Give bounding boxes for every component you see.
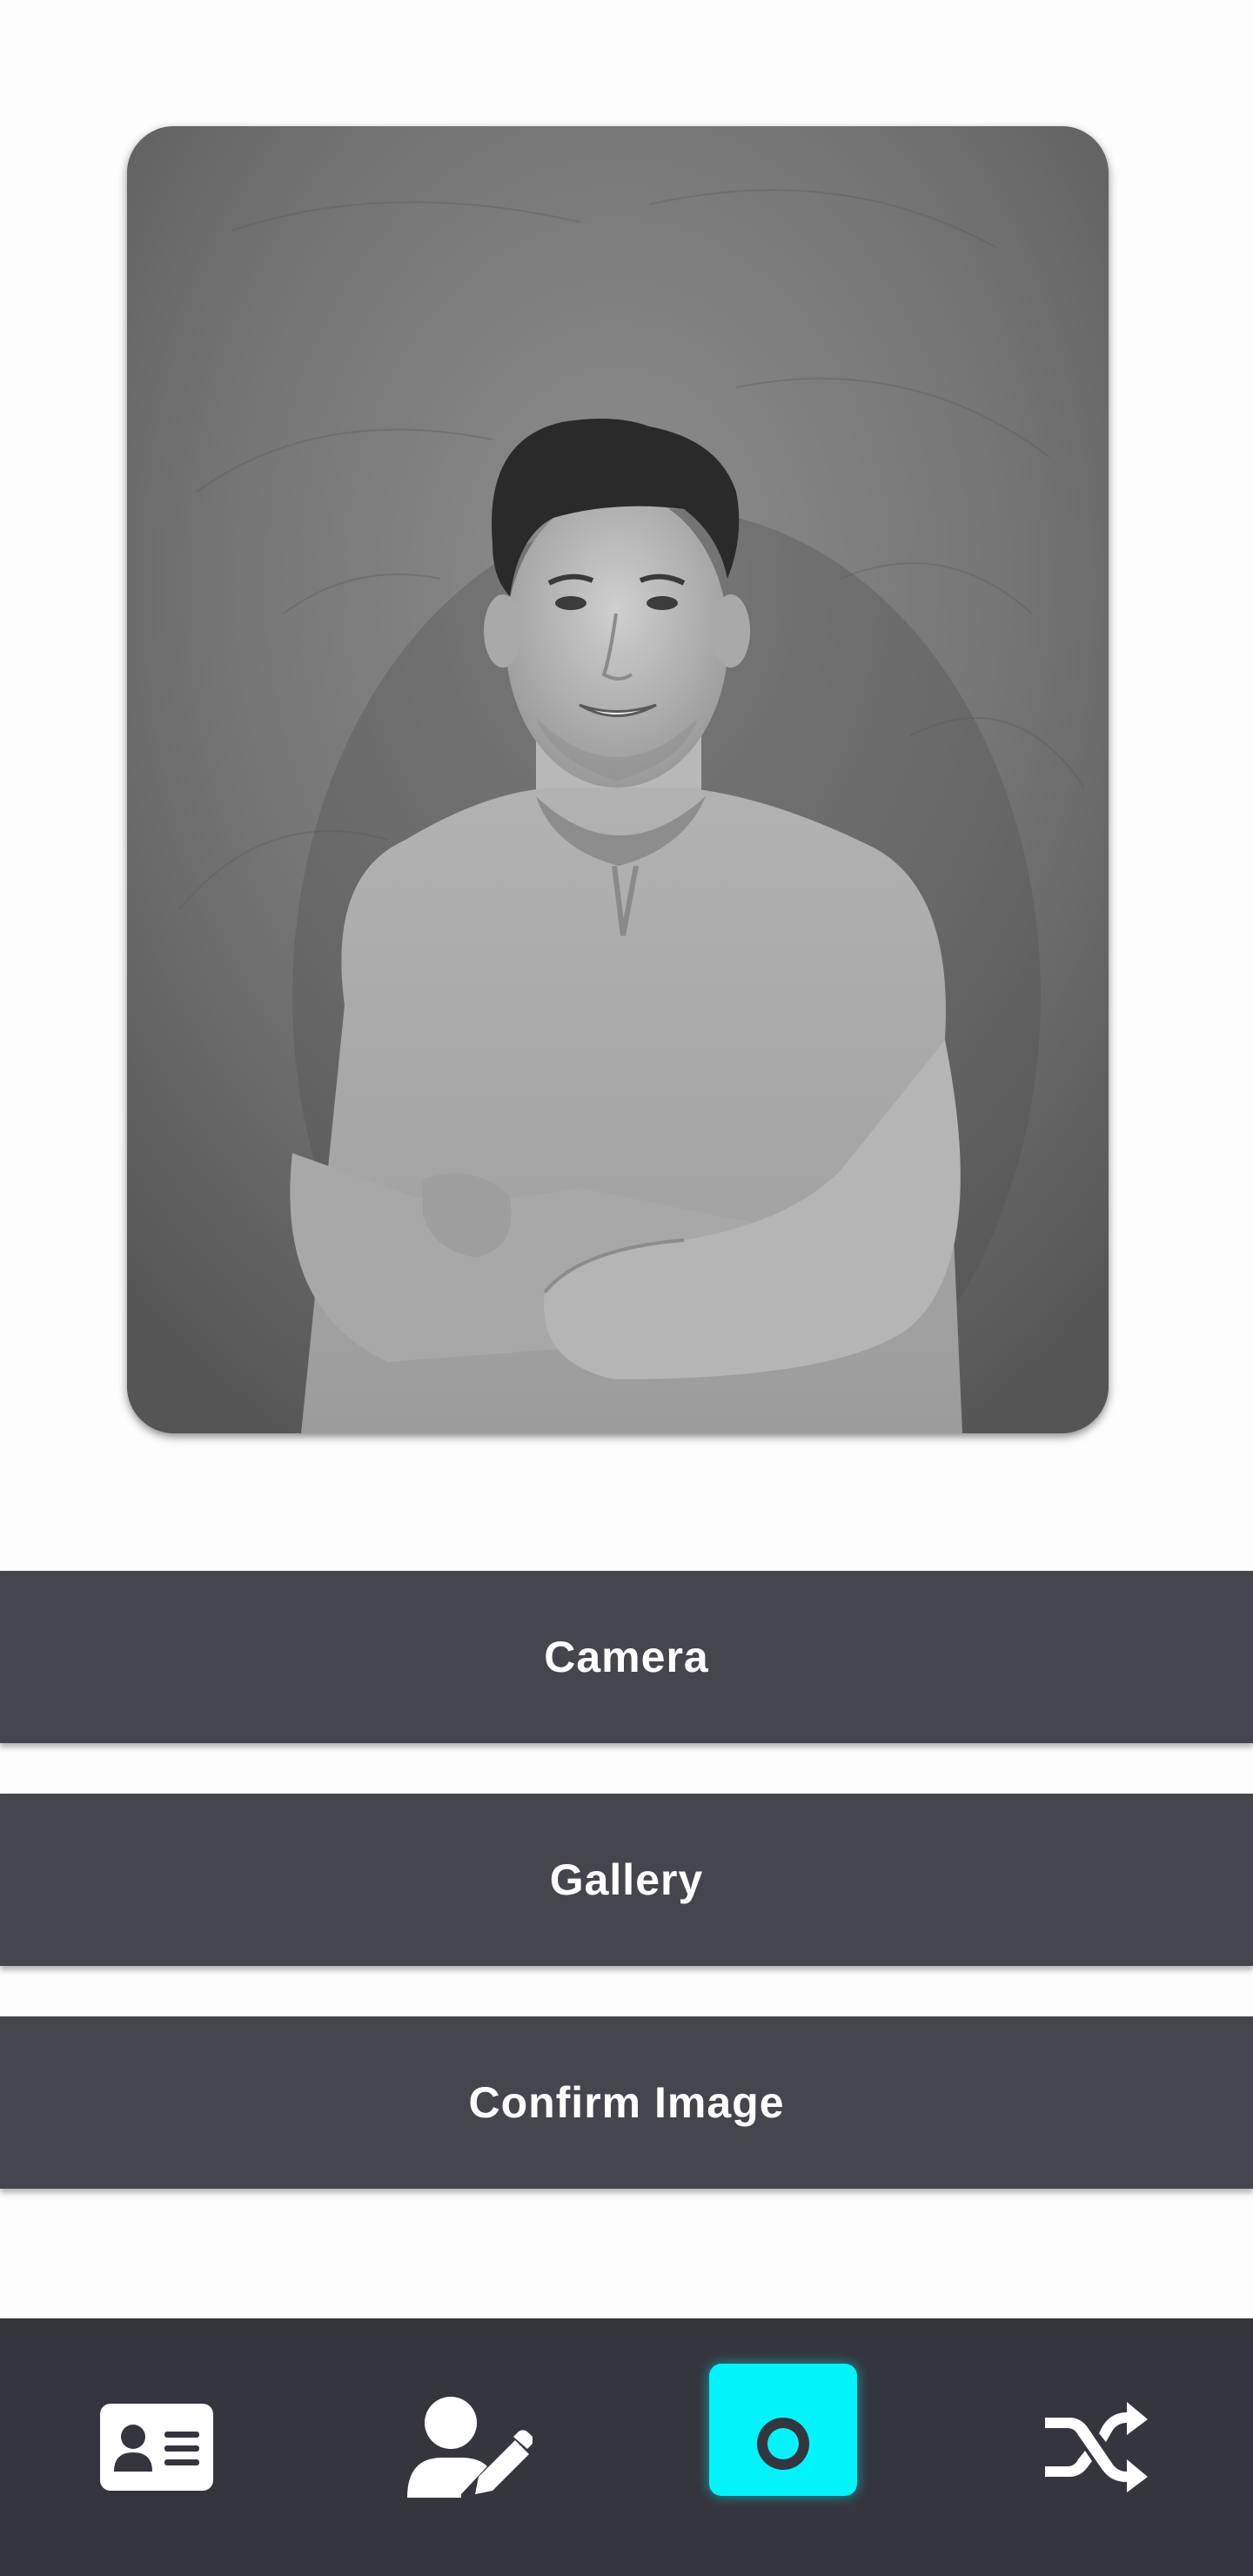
- shuffle-icon: [1045, 2402, 1148, 2492]
- screen: Camera Gallery Confirm Image: [0, 0, 1253, 2576]
- id-card-icon: [100, 2404, 213, 2491]
- nav-item-edit-profile[interactable]: [313, 2318, 626, 2576]
- portrait-image: [127, 126, 1109, 1433]
- user-edit-icon: [407, 2397, 533, 2498]
- photo-preview: [127, 126, 1109, 1433]
- bottom-navigation: [0, 2318, 1253, 2576]
- nav-item-id-card[interactable]: [0, 2318, 313, 2576]
- nav-item-camera[interactable]: [626, 2318, 940, 2576]
- camera-icon: [757, 2418, 809, 2470]
- camera-button[interactable]: Camera: [0, 1571, 1253, 1743]
- gallery-button[interactable]: Gallery: [0, 1794, 1253, 1966]
- nav-item-shuffle[interactable]: [940, 2318, 1253, 2576]
- confirm-image-button[interactable]: Confirm Image: [0, 2016, 1253, 2189]
